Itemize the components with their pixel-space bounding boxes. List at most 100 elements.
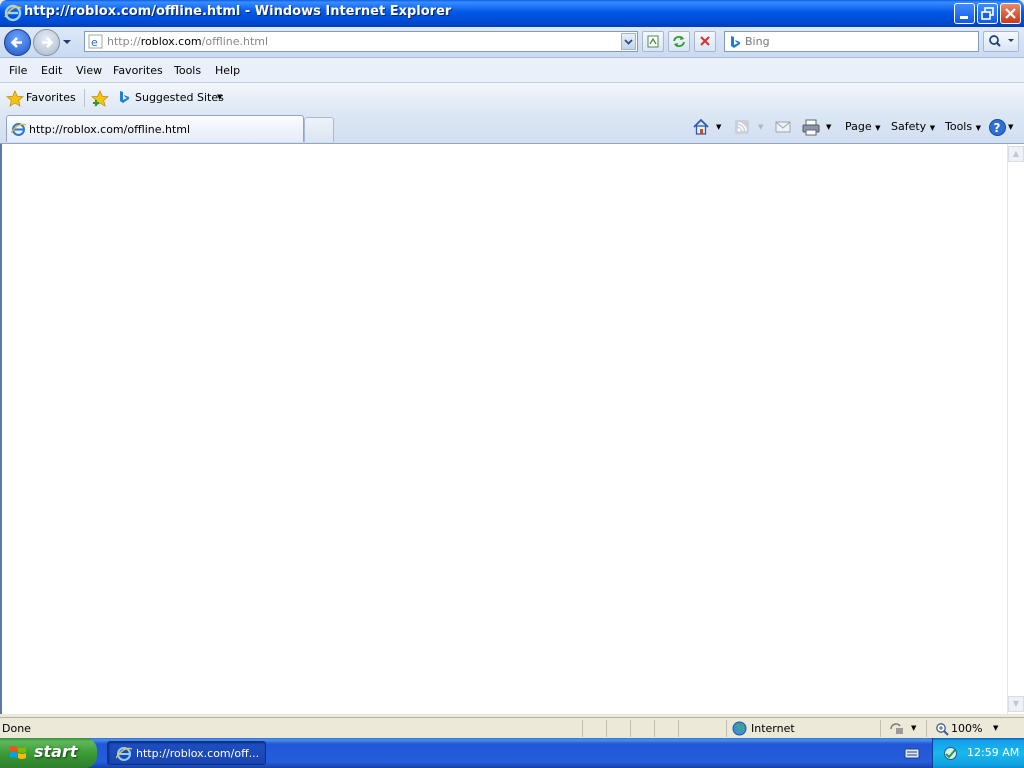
taskbar: start http://roblox.com/off... 12:59 AM [0, 738, 1024, 768]
add-to-favorites-bar-icon[interactable] [91, 90, 109, 107]
window-titlebar[interactable]: http://roblox.com/offline.html - Windows… [0, 0, 1024, 27]
safety-menu-button[interactable]: Safety ▼ [891, 120, 935, 133]
address-host: roblox.com [140, 35, 202, 48]
search-box[interactable]: Bing [724, 31, 979, 52]
page-icon: e [88, 34, 103, 49]
status-text: Done [2, 722, 31, 735]
page-menu-button[interactable]: Page ▼ [845, 120, 881, 133]
forward-button[interactable] [33, 29, 60, 56]
taskbar-item-label: http://roblox.com/off... [136, 747, 260, 760]
back-arrow-icon [10, 37, 22, 48]
tools-menu-button[interactable]: Tools ▼ [945, 120, 981, 133]
help-dropdown-icon: ▼ [1008, 123, 1014, 131]
protected-mode-dropdown-icon[interactable]: ▼ [911, 724, 916, 732]
status-separator [630, 720, 631, 737]
keyboard-language-icon[interactable] [904, 746, 920, 760]
print-icon[interactable] [801, 118, 821, 136]
bing-icon [731, 36, 740, 48]
refresh-button[interactable] [668, 31, 690, 52]
window-title: http://roblox.com/offline.html - Windows… [24, 4, 452, 19]
print-dropdown-icon[interactable]: ▼ [826, 123, 831, 131]
help-icon: ? [989, 119, 1006, 136]
home-icon[interactable] [691, 117, 711, 137]
favorites-label: Favorites [26, 91, 76, 104]
safety-menu-label: Safety [891, 120, 927, 133]
scroll-down-icon[interactable]: ▼ [1008, 696, 1024, 712]
status-separator [582, 720, 583, 737]
new-tab-button[interactable] [304, 117, 334, 142]
tab-title: http://roblox.com/offline.html [29, 123, 191, 136]
taskbar-item-internet-explorer[interactable]: http://roblox.com/off... [107, 741, 266, 765]
suggested-sites-dropdown-icon: ▼ [217, 93, 223, 101]
status-separator [926, 720, 927, 737]
address-prefix: http:// [107, 35, 141, 48]
recent-pages-dropdown-icon[interactable] [62, 37, 72, 47]
minimize-button[interactable] [954, 3, 975, 24]
svg-text:e: e [91, 36, 98, 49]
bing-icon [120, 91, 129, 103]
start-button[interactable]: start [0, 738, 97, 768]
zoom-dropdown-icon[interactable]: ▼ [993, 724, 998, 732]
help-button[interactable]: ? ▼ [988, 117, 1020, 139]
search-button[interactable] [983, 31, 1019, 52]
search-icon [989, 35, 1014, 47]
menu-file[interactable]: File [9, 64, 27, 77]
zoom-level[interactable]: 100% [951, 722, 982, 735]
navigation-bar: e http://roblox.com/offline.html Bing [0, 27, 1024, 58]
address-dropdown-button[interactable] [621, 33, 636, 50]
tab-row: http://roblox.com/offline.html ▼ ▼ ▼ Pag… [0, 113, 1024, 144]
zoom-icon[interactable] [935, 722, 949, 736]
clock[interactable]: 12:59 AM [967, 746, 1019, 759]
search-placeholder: Bing [745, 35, 770, 48]
address-path: /offline.html [201, 35, 269, 48]
status-bar: Done Internet ▼ 100% ▼ [0, 717, 1024, 738]
zone-label: Internet [751, 722, 795, 735]
menu-view[interactable]: View [76, 64, 102, 77]
chevron-down-icon [624, 39, 633, 45]
internet-explorer-icon [11, 123, 26, 136]
rss-feeds-icon[interactable] [734, 119, 751, 136]
network-status-icon[interactable] [942, 745, 959, 762]
suggested-sites-button[interactable]: Suggested Sites ▼ [116, 87, 228, 109]
menu-bar: File Edit View Favorites Tools Help [0, 58, 1024, 83]
restore-icon [981, 7, 994, 20]
scroll-up-icon[interactable]: ▲ [1008, 146, 1024, 162]
forward-arrow-icon [42, 37, 54, 48]
vertical-scrollbar[interactable]: ▲ ▼ [1007, 144, 1024, 714]
favorites-button[interactable]: Favorites [4, 87, 80, 109]
star-icon [6, 90, 24, 107]
restore-button[interactable] [977, 3, 998, 24]
address-url: http://roblox.com/offline.html [107, 35, 268, 48]
system-tray: 12:59 AM [932, 738, 1024, 768]
stop-button[interactable] [694, 31, 716, 52]
menu-favorites[interactable]: Favorites [113, 64, 163, 77]
start-label: start [34, 742, 78, 761]
menu-tools[interactable]: Tools [174, 64, 201, 77]
status-separator [678, 720, 679, 737]
stop-icon [700, 36, 710, 46]
protected-mode-icon[interactable] [889, 722, 905, 736]
feeds-dropdown-icon: ▼ [758, 123, 764, 131]
internet-explorer-icon [4, 4, 22, 22]
favorites-bar: Favorites Suggested Sites ▼ [0, 83, 1024, 113]
back-button[interactable] [4, 29, 31, 56]
home-dropdown-icon[interactable]: ▼ [716, 123, 721, 131]
address-bar[interactable]: e http://roblox.com/offline.html [84, 31, 638, 52]
page-menu-label: Page [845, 120, 872, 133]
page-dropdown-icon: ▼ [875, 124, 881, 132]
status-separator [654, 720, 655, 737]
windows-logo-icon [10, 746, 26, 759]
menu-edit[interactable]: Edit [41, 64, 62, 77]
close-button[interactable] [1000, 3, 1021, 24]
page-content[interactable] [0, 144, 1007, 714]
compatibility-view-button[interactable] [642, 31, 664, 52]
minimize-icon [960, 16, 968, 19]
tools-dropdown-icon: ▼ [975, 124, 981, 132]
read-mail-icon[interactable] [774, 119, 792, 135]
internet-zone-globe-icon [732, 721, 747, 736]
tab-active[interactable]: http://roblox.com/offline.html [6, 115, 304, 142]
close-icon [1005, 8, 1016, 19]
menu-help[interactable]: Help [215, 64, 240, 77]
suggested-sites-label: Suggested Sites [135, 91, 224, 104]
status-separator [606, 720, 607, 737]
